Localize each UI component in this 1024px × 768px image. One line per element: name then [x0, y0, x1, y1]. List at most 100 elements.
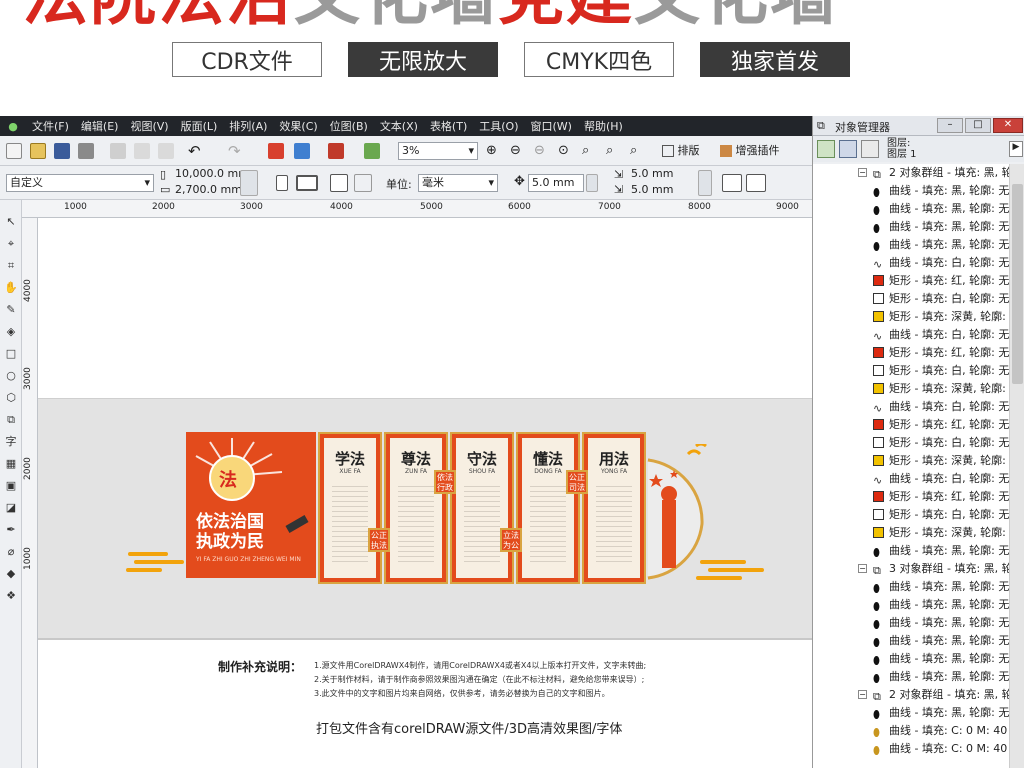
layout-button[interactable]: 排版 [662, 142, 700, 158]
export-icon[interactable] [294, 143, 310, 159]
rectangle-tool-icon[interactable]: □ [3, 346, 19, 362]
zoom-width-icon[interactable]: ⌕ [606, 143, 613, 158]
object-row[interactable]: ⬮ 曲线 - 填充: 黑, 轮廓: 无 [813, 542, 1009, 560]
zoom-height-icon[interactable]: ⌕ [630, 143, 637, 158]
object-row[interactable]: 矩形 - 填充: 深黄, 轮廓: [813, 524, 1009, 542]
open-folder-icon[interactable] [30, 143, 46, 159]
eyedropper-tool-icon[interactable]: ✒ [3, 522, 19, 538]
object-group-row[interactable]: − ⧉ 2 对象群组 - 填充: 黑, 轮 [813, 164, 1009, 182]
portrait-icon[interactable] [276, 175, 288, 191]
scrollbar-thumb[interactable] [1012, 184, 1023, 384]
maximize-button[interactable]: □ [965, 118, 991, 133]
interactive-tool-icon[interactable]: ▣ [3, 478, 19, 494]
menu-layout[interactable]: 版面(L) [175, 118, 224, 134]
menu-bitmaps[interactable]: 位图(B) [324, 118, 374, 134]
page-preset-select[interactable]: 自定义 ▾ [6, 174, 154, 192]
current-page-icon[interactable] [354, 174, 372, 192]
save-icon[interactable] [54, 143, 70, 159]
smart-fill-tool-icon[interactable]: ◈ [3, 324, 19, 340]
horizontal-ruler[interactable]: 1000 2000 3000 4000 5000 6000 7000 8000 … [22, 200, 812, 218]
nudge-field[interactable]: 5.0 mm [528, 174, 584, 192]
text-tool-icon[interactable]: 字 [3, 434, 19, 450]
fill-tool-icon[interactable]: ◆ [3, 566, 19, 582]
object-row[interactable]: ∿ 曲线 - 填充: 白, 轮廓: 无 [813, 398, 1009, 416]
object-row[interactable]: 矩形 - 填充: 红, 轮廓: 无 [813, 272, 1009, 290]
minimize-button[interactable]: – [937, 118, 963, 133]
snap-icon[interactable] [746, 174, 766, 192]
object-row[interactable]: ⬮ 曲线 - 填充: 黑, 轮廓: 无 [813, 704, 1009, 722]
show-properties-icon[interactable] [817, 140, 835, 158]
duplicate-stepper[interactable] [698, 170, 712, 196]
menu-effects[interactable]: 效果(C) [273, 118, 323, 134]
object-row[interactable]: ⬮ 曲线 - 填充: 黑, 轮廓: 无 [813, 200, 1009, 218]
app-icon[interactable]: ● [0, 120, 26, 133]
duplicate-y-field[interactable]: 5.0 mm [628, 183, 692, 198]
object-row[interactable]: 矩形 - 填充: 红, 轮廓: 无 [813, 344, 1009, 362]
object-row[interactable]: 矩形 - 填充: 红, 轮廓: 无 [813, 488, 1009, 506]
menu-edit[interactable]: 编辑(E) [75, 118, 125, 134]
object-row[interactable]: 矩形 - 填充: 白, 轮廓: 无 [813, 434, 1009, 452]
interactive-fill-tool-icon[interactable]: ❖ [3, 588, 19, 604]
pick-tool-icon[interactable]: ↖ [3, 214, 19, 230]
polygon-tool-icon[interactable]: ⬡ [3, 390, 19, 406]
transparency-tool-icon[interactable]: ◪ [3, 500, 19, 516]
object-row[interactable]: ⬮ 曲线 - 填充: 黑, 轮廓: 无 [813, 236, 1009, 254]
drawing-canvas[interactable]: 法 依法治国 执政为民 YI FA ZHI GUO ZHI ZHENG WEI … [38, 218, 812, 768]
page-height-field[interactable]: 2,700.0 mm [172, 183, 242, 198]
vertical-ruler[interactable]: 4000 3000 2000 1000 [22, 218, 38, 768]
expand-toggle-icon[interactable]: − [858, 564, 867, 573]
object-row[interactable]: 矩形 - 填充: 深黄, 轮廓: [813, 452, 1009, 470]
zoom-all-icon[interactable]: ⊙ [558, 143, 569, 158]
plugin-button[interactable]: 增强插件 [720, 142, 780, 158]
menu-help[interactable]: 帮助(H) [578, 118, 629, 134]
ellipse-tool-icon[interactable]: ○ [3, 368, 19, 384]
menu-arrange[interactable]: 排列(A) [223, 118, 273, 134]
object-tree-scrollbar[interactable] [1009, 164, 1024, 768]
cut-icon[interactable] [110, 143, 126, 159]
treat-as-filled-icon[interactable] [722, 174, 742, 192]
object-row[interactable]: 矩形 - 填充: 白, 轮廓: 无 [813, 290, 1009, 308]
object-row[interactable]: 矩形 - 填充: 红, 轮廓: 无 [813, 416, 1009, 434]
layer-manager-icon[interactable] [861, 140, 879, 158]
expand-toggle-icon[interactable]: − [858, 690, 867, 699]
all-pages-icon[interactable] [330, 174, 348, 192]
object-row[interactable]: ⬮ 曲线 - 填充: 黑, 轮廓: 无 [813, 614, 1009, 632]
app-launcher-icon[interactable] [328, 143, 344, 159]
object-row[interactable]: 矩形 - 填充: 白, 轮廓: 无 [813, 362, 1009, 380]
object-row[interactable]: 矩形 - 填充: 深黄, 轮廓: [813, 308, 1009, 326]
menu-table[interactable]: 表格(T) [424, 118, 473, 134]
zoom-level-select[interactable]: 3% ▾ [398, 142, 478, 160]
shape-tool-icon[interactable]: ⌖ [3, 236, 19, 252]
menu-tools[interactable]: 工具(O) [473, 118, 524, 134]
unit-select[interactable]: 毫米 ▾ [418, 174, 498, 192]
duplicate-x-field[interactable]: 5.0 mm [628, 167, 692, 182]
menu-window[interactable]: 窗口(W) [525, 118, 578, 134]
expand-toggle-icon[interactable]: − [858, 168, 867, 177]
object-row[interactable]: ⬮ 曲线 - 填充: 黑, 轮廓: 无 [813, 668, 1009, 686]
size-stepper[interactable] [240, 170, 258, 196]
edit-across-layers-icon[interactable] [839, 140, 857, 158]
object-row[interactable]: ⬮ 曲线 - 填充: 黑, 轮廓: 无 [813, 650, 1009, 668]
undo-icon[interactable]: ↶ [188, 142, 201, 160]
menu-view[interactable]: 视图(V) [124, 118, 174, 134]
object-row[interactable]: 矩形 - 填充: 白, 轮廓: 无 [813, 506, 1009, 524]
zoom-out-icon[interactable]: ⊖ [510, 143, 521, 158]
new-file-icon[interactable] [6, 143, 22, 159]
table-tool-icon[interactable]: ▦ [3, 456, 19, 472]
object-row[interactable]: ∿ 曲线 - 填充: 白, 轮廓: 无 [813, 254, 1009, 272]
object-row[interactable]: ⬮ 曲线 - 填充: 黑, 轮廓: 无 [813, 218, 1009, 236]
flyout-arrow-icon[interactable]: ▶ [1009, 141, 1023, 157]
menu-text[interactable]: 文本(X) [374, 118, 424, 134]
object-group-row[interactable]: − ⧉ 3 对象群组 - 填充: 黑, 轮 [813, 560, 1009, 578]
welcome-screen-icon[interactable] [364, 143, 380, 159]
object-row[interactable]: ∿ 曲线 - 填充: 白, 轮廓: 无 [813, 470, 1009, 488]
menu-file[interactable]: 文件(F) [26, 118, 75, 134]
zoom-selected-icon[interactable]: ⊖ [534, 143, 545, 158]
object-row[interactable]: 矩形 - 填充: 深黄, 轮廓: [813, 380, 1009, 398]
crop-tool-icon[interactable]: ⌗ [3, 258, 19, 274]
paste-icon[interactable] [158, 143, 174, 159]
outline-tool-icon[interactable]: ⌀ [3, 544, 19, 560]
object-row[interactable]: ⬮ 曲线 - 填充: 黑, 轮廓: 无 [813, 578, 1009, 596]
print-icon[interactable] [78, 143, 94, 159]
zoom-in-icon[interactable]: ⊕ [486, 143, 497, 158]
